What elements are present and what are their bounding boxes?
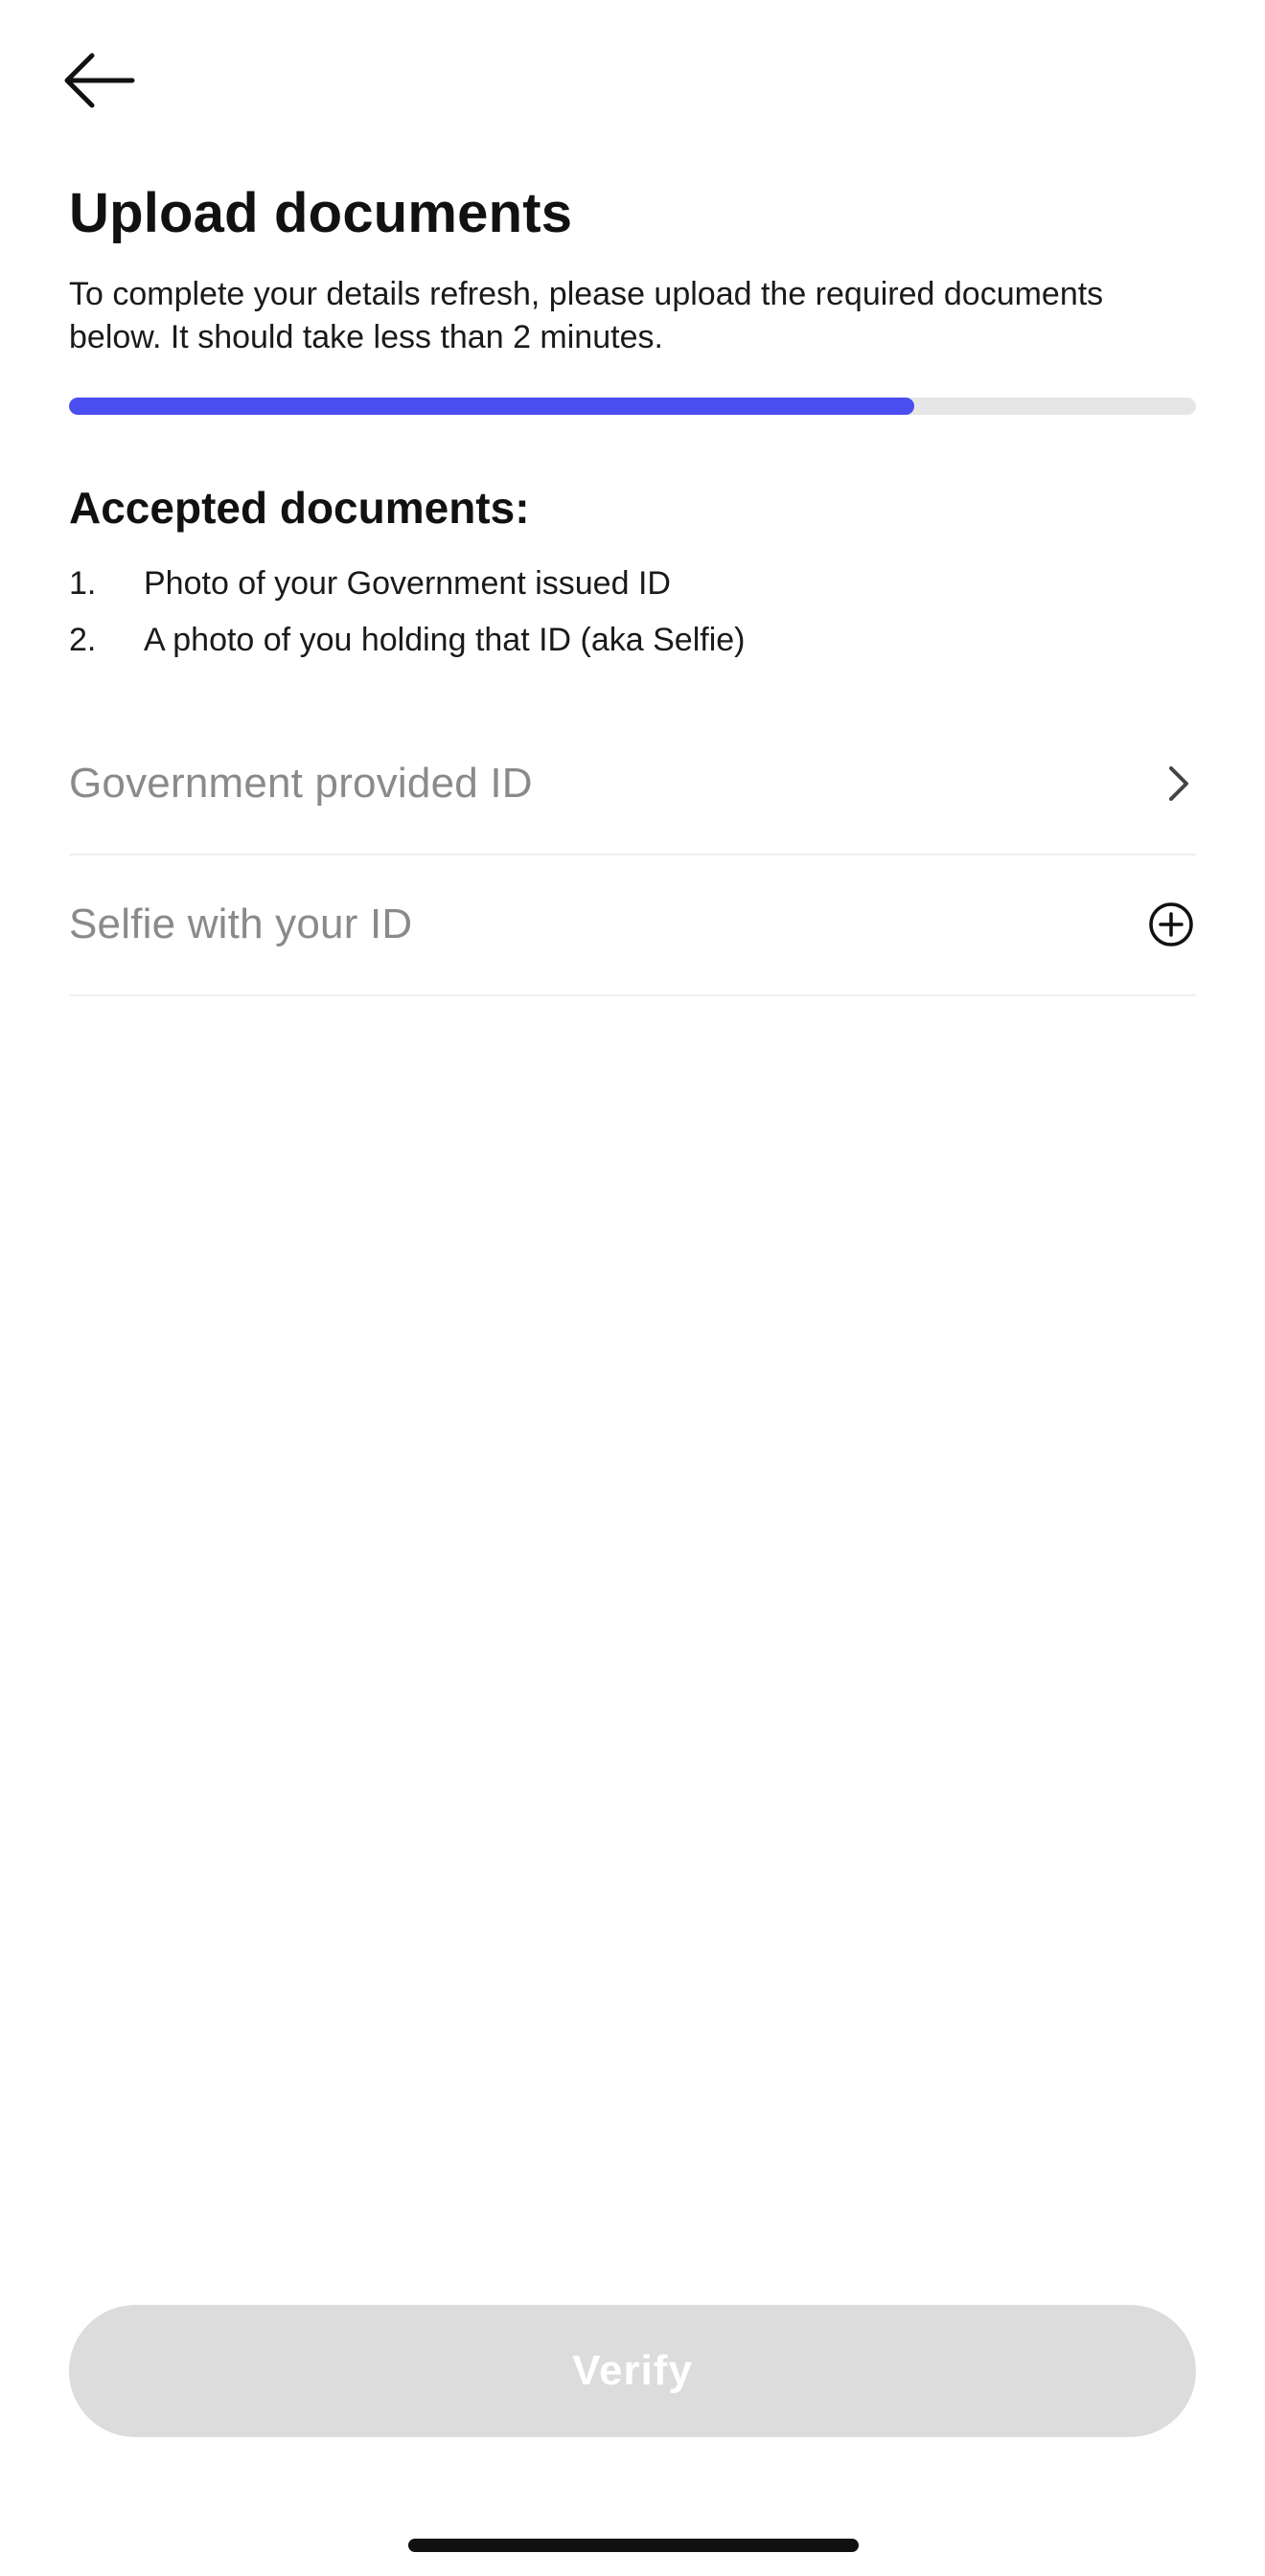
plus-circle-icon[interactable] bbox=[1138, 896, 1196, 953]
list-item-number: 1. bbox=[69, 564, 97, 602]
upload-documents-screen: Upload documents To complete your detail… bbox=[0, 0, 1265, 2576]
verify-button[interactable]: Verify bbox=[69, 2305, 1196, 2437]
progress-bar bbox=[69, 397, 1196, 415]
progress-bar-fill bbox=[69, 397, 914, 415]
government-id-row[interactable]: Government provided ID bbox=[69, 715, 1196, 855]
page-title: Upload documents bbox=[69, 182, 573, 244]
list-item-number: 2. bbox=[69, 621, 97, 658]
accepted-documents-list: 1. Photo of your Government issued ID 2.… bbox=[69, 556, 1196, 669]
selfie-id-label: Selfie with your ID bbox=[69, 900, 413, 948]
home-indicator bbox=[408, 2539, 859, 2552]
list-item: 1. Photo of your Government issued ID bbox=[69, 556, 1196, 612]
government-id-label: Government provided ID bbox=[69, 760, 533, 808]
page-subtitle: To complete your details refresh, please… bbox=[69, 275, 1104, 355]
arrow-left-icon bbox=[64, 53, 135, 108]
accepted-documents-heading: Accepted documents: bbox=[69, 482, 530, 533]
list-item-text: Photo of your Government issued ID bbox=[144, 564, 671, 602]
list-item-text: A photo of you holding that ID (aka Self… bbox=[144, 621, 746, 658]
selfie-id-row[interactable]: Selfie with your ID bbox=[69, 855, 1196, 996]
chevron-right-icon bbox=[1138, 755, 1196, 812]
list-item: 2. A photo of you holding that ID (aka S… bbox=[69, 612, 1196, 669]
back-button[interactable] bbox=[59, 44, 159, 117]
main-content: Upload documents To complete your detail… bbox=[69, 182, 1196, 996]
upload-rows: Government provided ID Selfie with your … bbox=[69, 715, 1196, 996]
